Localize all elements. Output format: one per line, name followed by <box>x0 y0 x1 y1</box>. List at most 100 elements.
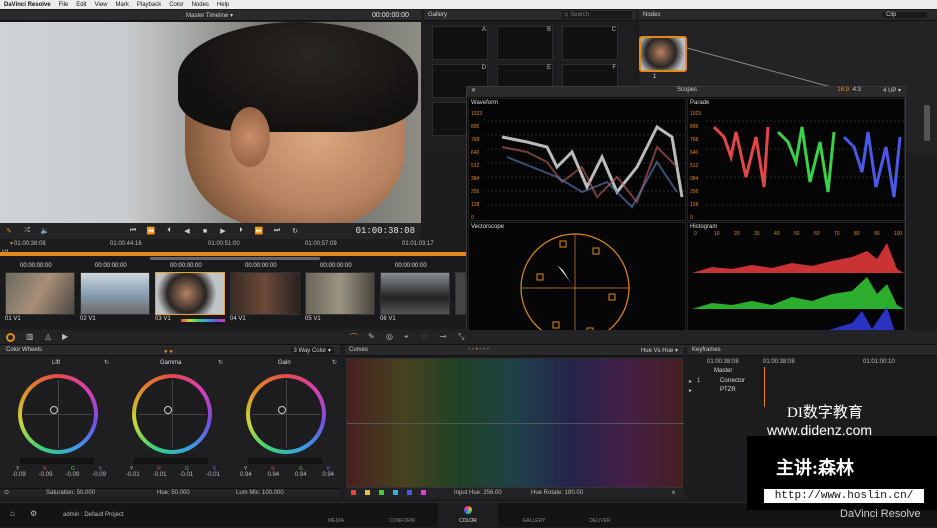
clip-thumbnail-3[interactable] <box>155 272 225 315</box>
loop-icon[interactable]: ↻ <box>286 227 304 235</box>
gallery-cell[interactable]: B <box>497 26 553 60</box>
camera-icon[interactable]: ▶ <box>62 332 68 341</box>
blur-icon[interactable]: ◌ <box>422 332 427 341</box>
curve-line[interactable] <box>347 423 684 424</box>
close-icon[interactable]: ✕ <box>471 87 476 94</box>
gain-puck[interactable] <box>278 406 286 414</box>
clip-thumbnail-5[interactable] <box>305 272 375 315</box>
gamma-b[interactable]: -0.01 <box>206 472 220 478</box>
primaries-bars-icon[interactable]: ▥ <box>26 332 34 341</box>
gamma-y[interactable]: -0.01 <box>126 472 140 478</box>
lift-b[interactable]: -0.09 <box>92 472 106 478</box>
gain-y[interactable]: 0.94 <box>240 472 252 478</box>
menu-color[interactable]: Color <box>165 2 187 8</box>
nodes-mode-select[interactable]: Clip <box>883 12 927 18</box>
swatch-green[interactable] <box>379 490 384 495</box>
rgb-mixer-icon[interactable]: ◬ <box>45 332 51 341</box>
reverse-play-icon[interactable]: ◀ <box>178 227 196 235</box>
gamma-master-slider[interactable] <box>134 458 208 464</box>
curves-graph[interactable] <box>346 358 684 488</box>
timeline-selector[interactable]: Master Timeline ▾ <box>186 12 233 19</box>
clip-thumbnail-partial[interactable] <box>455 272 466 315</box>
swatch-yellow[interactable] <box>365 490 370 495</box>
tab-media[interactable]: MEDIA <box>306 503 366 528</box>
lift-master-slider[interactable] <box>20 458 94 464</box>
fast-forward-icon[interactable]: ⏩ <box>250 227 268 235</box>
swatch-red[interactable] <box>351 490 356 495</box>
gallery-cell[interactable]: A <box>432 26 488 60</box>
menu-view[interactable]: View <box>91 2 112 8</box>
home-icon[interactable]: ⌂ <box>10 509 15 518</box>
gear-icon[interactable]: ⚙ <box>30 509 37 518</box>
hue-value[interactable]: Hue: 50.000 <box>157 490 190 496</box>
swatch-blue[interactable] <box>407 490 412 495</box>
curves-tool-icon[interactable]: ⌒ <box>350 332 358 343</box>
menu-file[interactable]: File <box>55 2 73 8</box>
gallery-search[interactable]: ⚲ Search <box>562 11 632 19</box>
ratio-4-3[interactable]: 4:3 <box>853 87 861 93</box>
menu-mark[interactable]: Mark <box>112 2 133 8</box>
step-back-icon[interactable]: ⏴ <box>160 227 178 235</box>
lum-mix-value[interactable]: Lum Mix: 100.000 <box>236 490 284 496</box>
menu-playback[interactable]: Playback <box>133 2 165 8</box>
swatch-cyan[interactable] <box>393 490 398 495</box>
timeline-track-bar[interactable] <box>0 252 466 256</box>
expand-icon[interactable]: ▸ <box>689 387 692 394</box>
tab-color[interactable]: COLOR <box>438 503 498 528</box>
reset-icon[interactable]: ↻ <box>332 359 337 366</box>
gamma-wheel-ring[interactable] <box>132 374 212 454</box>
hue-rotate-value[interactable]: Hue Rotate: 180.00 <box>531 490 583 496</box>
layout-select[interactable]: 4 UP ▾ <box>883 87 901 94</box>
crosshair-icon[interactable]: ⨯ <box>671 489 676 496</box>
page-dots[interactable]: • • • • • • <box>468 347 489 353</box>
expand-icon[interactable]: ▸ <box>689 378 692 385</box>
lift-g[interactable]: -0.09 <box>66 472 80 478</box>
keyframe-row-corrector[interactable]: Corrector <box>720 378 745 384</box>
lift-y[interactable]: -0.09 <box>12 472 26 478</box>
gallery-cell[interactable]: C <box>562 26 618 60</box>
speaker-icon[interactable]: 🔈 <box>36 227 54 235</box>
rewind-icon[interactable]: ⏪ <box>142 227 160 235</box>
nodes-scrollbar[interactable] <box>924 105 930 141</box>
skip-start-icon[interactable]: ⏮ <box>124 227 142 235</box>
window-icon[interactable]: ◎ <box>386 332 393 341</box>
wheels-mode-select[interactable]: 3 Way Color ▾ <box>290 346 334 354</box>
swatch-magenta[interactable] <box>421 490 426 495</box>
qualifier-icon[interactable]: ✎ <box>368 332 375 341</box>
shuffle-icon[interactable]: ⤮ <box>18 227 36 235</box>
reset-icon[interactable]: ↻ <box>104 359 109 366</box>
scopes-window[interactable]: ✕ Scopes 16:9 4:3 4 UP ▾ Waveform 1023 89… <box>466 86 907 347</box>
clip-thumbnail-1[interactable] <box>5 272 75 315</box>
keyframe-playhead[interactable] <box>764 367 765 407</box>
clip-thumbnail-6[interactable] <box>380 272 450 315</box>
menu-nodes[interactable]: Nodes <box>188 2 213 8</box>
gamma-g[interactable]: -0.01 <box>180 472 194 478</box>
play-icon[interactable]: ▶ <box>214 227 232 235</box>
lift-puck[interactable] <box>50 406 58 414</box>
color-wheels-tool-icon[interactable] <box>6 333 15 342</box>
reset-icon[interactable]: ↻ <box>218 359 223 366</box>
tracker-icon[interactable]: ⌖ <box>404 332 409 342</box>
tab-conform[interactable]: CONFORM <box>372 503 432 528</box>
step-forward-icon[interactable]: ⏵ <box>232 227 250 235</box>
lift-wheel-ring[interactable] <box>18 374 98 454</box>
ratio-16-9[interactable]: 16:9 <box>837 87 849 93</box>
gain-wheel-ring[interactable] <box>246 374 326 454</box>
page-dots[interactable]: ● ● <box>164 349 173 355</box>
auto-balance-icon[interactable]: ⊙ <box>4 489 9 496</box>
key-icon[interactable]: ⊸ <box>440 332 447 341</box>
clip-thumbnail-4[interactable] <box>230 272 300 315</box>
sizing-icon[interactable]: ⤡ <box>458 332 464 342</box>
playhead-icon[interactable]: ▾ <box>10 240 13 247</box>
gain-b[interactable]: 0.94 <box>322 472 334 478</box>
saturation-value[interactable]: Saturation: 50.000 <box>46 490 95 496</box>
gamma-r[interactable]: -0.01 <box>153 472 167 478</box>
keyframe-row-ptzr[interactable]: PTZR <box>720 387 736 393</box>
clip-scrollbar[interactable] <box>150 257 320 260</box>
gamma-puck[interactable] <box>164 406 172 414</box>
skip-end-icon[interactable]: ⏭ <box>268 227 286 235</box>
keyframe-row-master[interactable]: Master <box>714 368 732 374</box>
lift-r[interactable]: -0.09 <box>39 472 53 478</box>
node-1[interactable] <box>639 36 687 72</box>
pencil-icon[interactable]: ✎ <box>0 227 18 235</box>
